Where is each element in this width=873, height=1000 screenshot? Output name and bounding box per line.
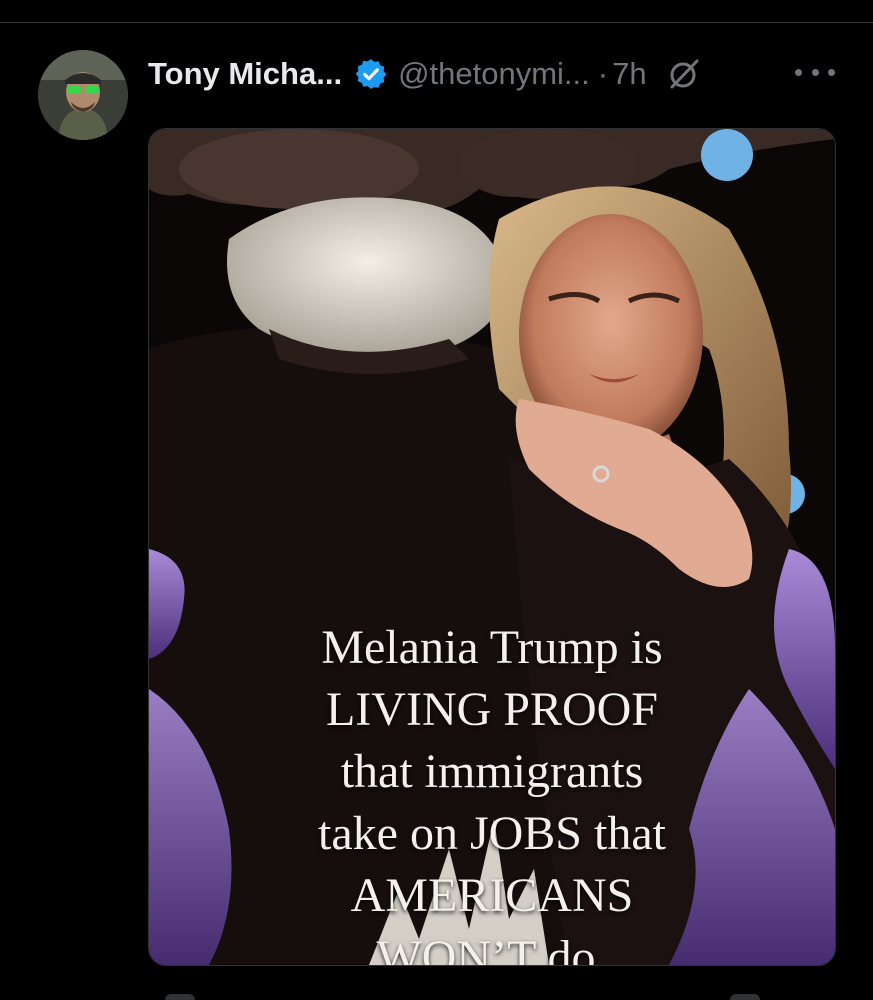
caption-line-1: Melania Trump is: [321, 621, 663, 674]
top-divider: [0, 22, 873, 23]
more-dot-1: [795, 68, 802, 76]
action-bar-hint-reply: [165, 994, 195, 1000]
verified-badge-icon: [354, 57, 388, 91]
caption-line-6: WON’T do.: [376, 931, 608, 966]
more-dot-2: [811, 68, 819, 76]
grok-icon[interactable]: [667, 57, 701, 91]
meme-caption: Melania Trump is LIVING PROOF that immig…: [149, 617, 835, 966]
tweet-media-image[interactable]: Melania Trump is LIVING PROOF that immig…: [148, 128, 836, 966]
more-options-icon[interactable]: [795, 60, 835, 84]
user-handle[interactable]: @thetonymi...: [398, 56, 590, 92]
more-dot-3: [828, 68, 835, 76]
caption-line-2: LIVING PROOF: [325, 683, 658, 736]
caption-line-5: AMERICANS: [350, 869, 634, 922]
action-bar-hint-share: [730, 994, 760, 1000]
tweet-page: Tony Micha... @thetonymi... · 7h Melania…: [0, 0, 873, 1000]
avatar[interactable]: [38, 50, 128, 140]
timestamp[interactable]: 7h: [612, 56, 646, 92]
separator-dot: ·: [597, 56, 609, 91]
caption-line-3: that immigrants: [340, 745, 644, 798]
caption-line-4: take on JOBS that: [318, 807, 666, 860]
tweet-header: Tony Micha... @thetonymi... · 7h: [148, 52, 701, 96]
display-name[interactable]: Tony Micha...: [148, 56, 342, 92]
